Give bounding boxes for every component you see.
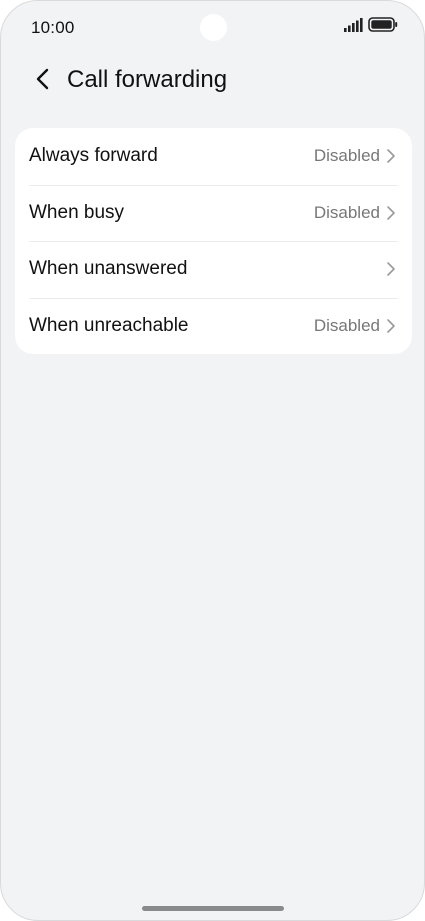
list-item-status: Disabled [313,315,380,335]
list-item-when-unreachable[interactable]: When unreachable Disabled [15,297,412,355]
header: Call forwarding [1,57,424,105]
status-bar: 10:00 [1,1,424,57]
signal-icon [344,17,363,37]
chevron-right-icon [386,148,396,164]
list-item-when-unanswered[interactable]: When unanswered [15,241,412,298]
status-time: 10:00 [31,18,75,37]
chevron-right-icon [386,261,396,277]
list-item-label: When unreachable [29,314,189,336]
list-item-label: Always forward [29,145,158,167]
chevron-right-icon [386,205,396,221]
status-icons [344,17,398,37]
camera-cutout [200,14,227,41]
list-item-always-forward[interactable]: Always forward Disabled [15,128,412,185]
list-item-when-busy[interactable]: When busy Disabled [15,184,412,242]
chevron-right-icon [386,318,396,334]
home-indicator[interactable] [142,906,284,911]
list-item-label: When busy [29,201,125,223]
back-button[interactable] [27,65,59,97]
battery-icon [368,17,398,37]
page-title: Call forwarding [67,66,228,93]
chevron-left-icon [35,67,51,96]
list-item-status: Disabled [313,202,380,222]
list-item-status: Disabled [313,146,380,166]
call-forwarding-list: Always forward Disabled When busy Disabl… [15,128,412,354]
list-item-label: When unanswered [29,258,188,280]
phone-screen: 10:00 Call forwarding Always forward Dis… [0,0,425,921]
